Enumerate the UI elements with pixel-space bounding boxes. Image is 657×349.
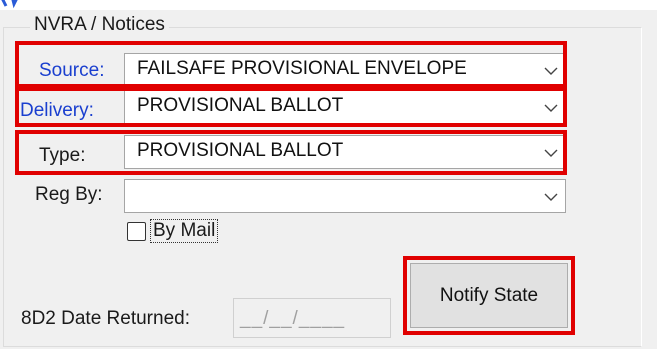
date-returned-field[interactable]: __/__/____ bbox=[233, 298, 391, 338]
source-combobox[interactable]: FAILSAFE PROVISIONAL ENVELOPE bbox=[124, 53, 566, 87]
type-combobox[interactable]: PROVISIONAL BALLOT bbox=[124, 135, 566, 169]
source-value: FAILSAFE PROVISIONAL ENVELOPE bbox=[137, 58, 467, 79]
reg-by-combobox[interactable] bbox=[124, 179, 566, 213]
by-mail-checkbox[interactable] bbox=[127, 222, 146, 241]
source-label: Source: bbox=[39, 60, 105, 81]
delivery-value: PROVISIONAL BALLOT bbox=[137, 95, 344, 116]
notify-state-button[interactable]: Notify State bbox=[410, 263, 568, 328]
reg-by-label: Reg By: bbox=[35, 184, 103, 205]
type-label: Type: bbox=[39, 145, 86, 166]
by-mail-label[interactable]: By Mail bbox=[150, 219, 219, 243]
chevron-down-icon[interactable] bbox=[543, 100, 559, 116]
date-returned-value: __/__/____ bbox=[240, 308, 346, 329]
chevron-down-icon[interactable] bbox=[543, 63, 559, 79]
partial-glyph-icon bbox=[1, 0, 18, 9]
type-value: PROVISIONAL BALLOT bbox=[137, 140, 344, 161]
chevron-down-icon[interactable] bbox=[543, 145, 559, 161]
chevron-down-icon[interactable] bbox=[543, 189, 559, 205]
group-title: NVRA / Notices bbox=[30, 14, 169, 36]
top-strip bbox=[0, 0, 657, 10]
delivery-combobox[interactable]: PROVISIONAL BALLOT bbox=[124, 90, 566, 124]
delivery-label: Delivery: bbox=[20, 100, 94, 121]
date-returned-label: 8D2 Date Returned: bbox=[21, 308, 190, 329]
nvra-notices-panel: NVRA / Notices Source: FAILSAFE PROVISIO… bbox=[0, 0, 657, 349]
